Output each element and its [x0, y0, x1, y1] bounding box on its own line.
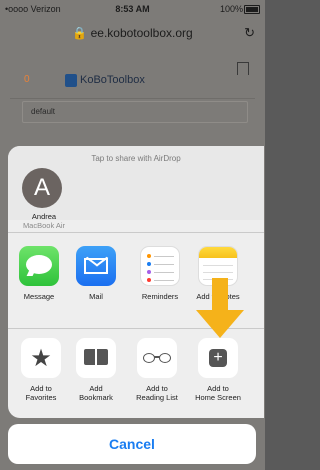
action-label: Add to Home Screen	[195, 384, 241, 402]
default-field[interactable]: default	[22, 101, 248, 123]
share-app-label: Message	[23, 292, 55, 301]
screen: •oooo Verizon 8:53 AM 100% 🔒 ee.kobotool…	[0, 0, 265, 470]
share-app-label: Reminders	[141, 292, 179, 301]
glasses-icon	[137, 338, 177, 378]
site-header: 0 KoBoToolbox	[10, 56, 255, 99]
messages-icon	[19, 246, 59, 286]
action-label: Add Bookmark	[79, 384, 113, 402]
reminders-icon	[140, 246, 180, 286]
add-to-reading-list-button[interactable]: Add to Reading List	[130, 338, 184, 402]
share-app-mail[interactable]: Mail	[71, 246, 121, 301]
airdrop-device-name: Andrea	[31, 212, 57, 221]
share-actions-row: Add toFavorites AddBookmark Add toReadin…	[8, 338, 264, 418]
avatar[interactable]: A	[22, 168, 62, 208]
airdrop-device-type: MacBook Air	[22, 221, 66, 230]
share-app-reminders[interactable]: Reminders	[135, 246, 185, 301]
airdrop-section: Tap to share with AirDrop A Andrea MacBo…	[8, 146, 264, 230]
book-icon	[76, 338, 116, 378]
star-icon	[21, 338, 61, 378]
add-to-favorites-button[interactable]: Add toFavorites	[14, 338, 68, 402]
action-label: Add to Reading List	[136, 384, 178, 402]
action-label: Add to Favorites	[25, 384, 57, 402]
share-app-label: Mail	[89, 292, 103, 301]
add-to-home-screen-button[interactable]: + Add to Home Screen	[191, 338, 245, 402]
address-bar[interactable]: 🔒 ee.kobotoolbox.org ↻	[0, 18, 265, 48]
battery-percent: 100%	[219, 4, 243, 14]
battery-icon	[244, 5, 260, 14]
pointer-arrow-icon	[196, 278, 244, 340]
divider	[8, 232, 264, 233]
airdrop-title: Tap to share with AirDrop	[91, 154, 181, 163]
reload-icon[interactable]: ↻	[244, 25, 255, 41]
cancel-button[interactable]: Cancel	[8, 424, 256, 464]
count-badge: 0	[24, 74, 30, 85]
status-bar: •oooo Verizon 8:53 AM 100%	[0, 0, 265, 18]
default-field-value: default	[31, 107, 56, 116]
add-bookmark-button[interactable]: Add Bookmark	[69, 338, 123, 402]
bookmark-icon[interactable]	[237, 62, 249, 75]
kobo-logo-icon	[65, 74, 77, 87]
site-logo-text: KoBoToolbox	[80, 74, 145, 86]
url-text[interactable]: 🔒 ee.kobotoolbox.org	[0, 26, 265, 40]
share-app-message[interactable]: Message	[14, 246, 64, 301]
mail-icon	[76, 246, 116, 286]
add-square-icon: +	[198, 338, 238, 378]
